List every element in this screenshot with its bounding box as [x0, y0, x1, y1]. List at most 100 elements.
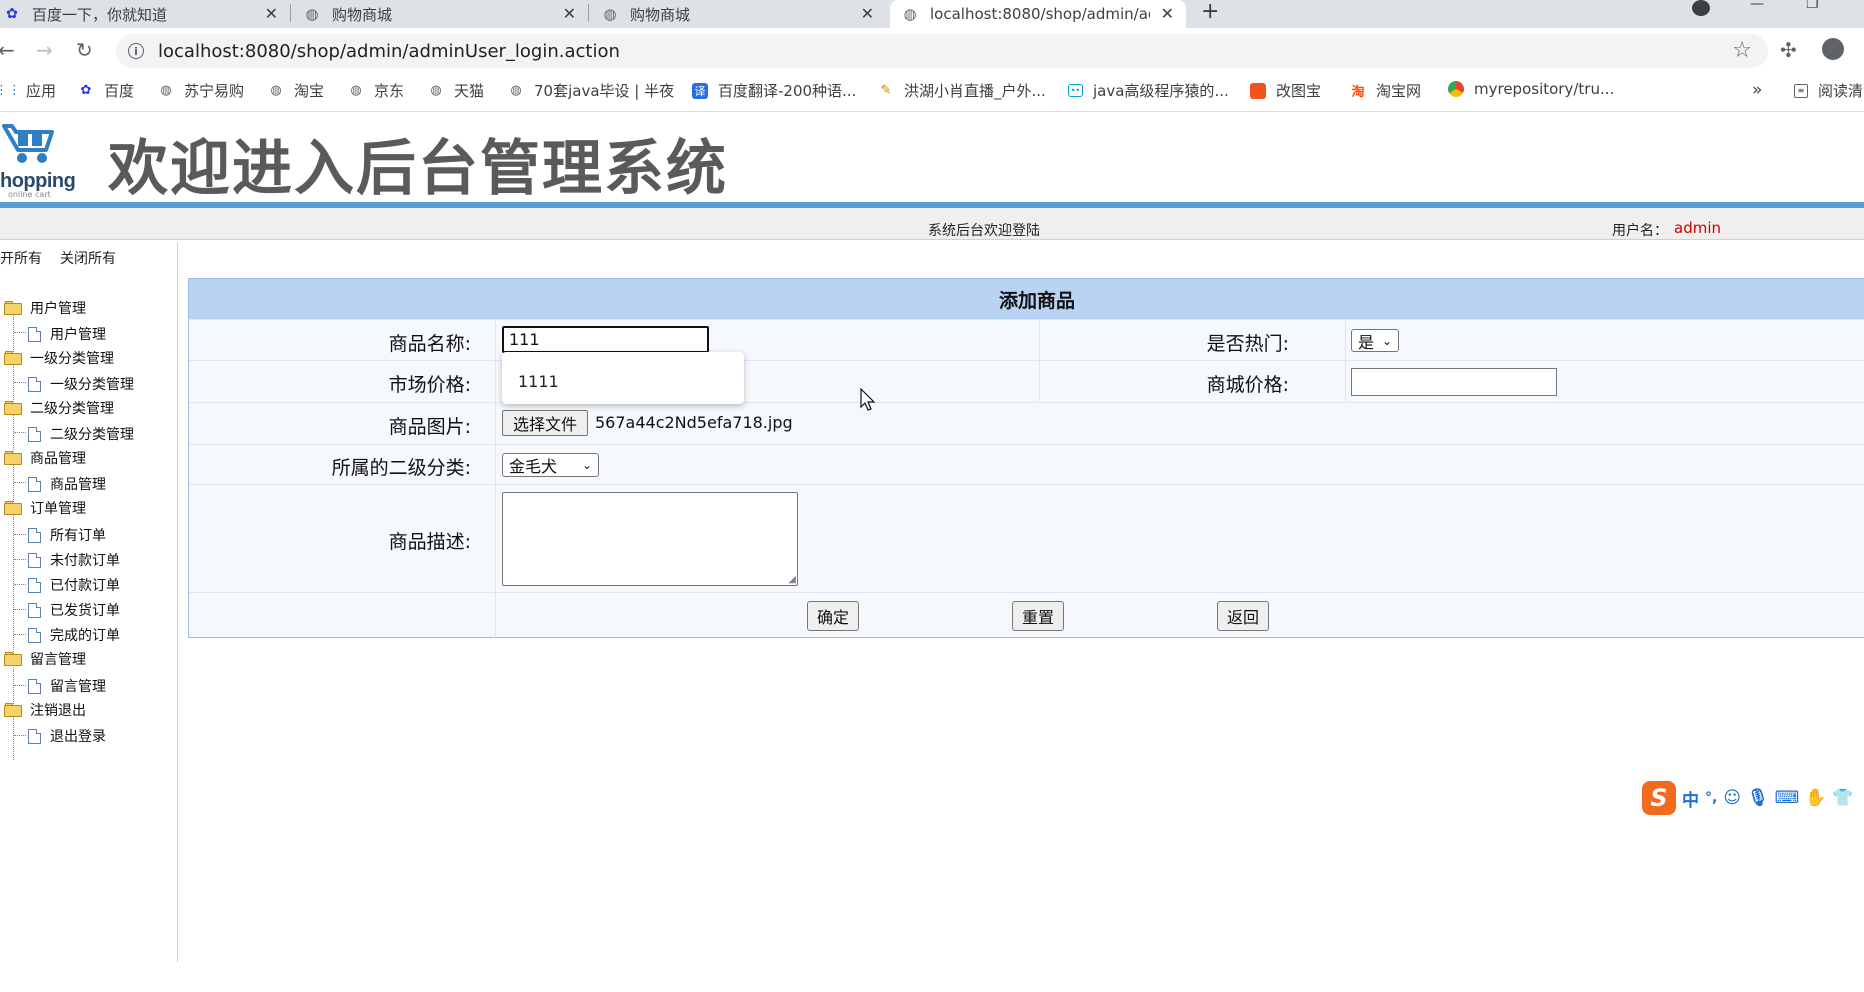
tree-item-user-management[interactable]: 用户管理 [28, 324, 106, 344]
tree-item-product-management[interactable]: 商品管理 [28, 474, 106, 494]
autocomplete-dropdown[interactable]: 1111 [502, 352, 744, 404]
tab-search-icon[interactable] [1692, 0, 1710, 16]
bookmark-bilibili-java[interactable]: •• java高级程序猿的... [1068, 80, 1229, 101]
extensions-puzzle-icon[interactable]: ✣ [1780, 38, 1797, 62]
tree-branch [14, 382, 26, 383]
microphone-icon[interactable]: 🎙 [1747, 788, 1769, 808]
sogou-s-icon[interactable]: S [1642, 781, 1676, 815]
shop-price-input[interactable] [1351, 368, 1557, 396]
tree-group-product-management[interactable]: 商品管理 [4, 448, 86, 468]
tree-group-user-management[interactable]: 用户管理 [4, 298, 86, 318]
minimize-icon[interactable]: — [1750, 0, 1764, 12]
bookmark-apps[interactable]: ⋮⋮ 应用 [0, 80, 56, 101]
tree-item-label: 用户管理 [50, 327, 106, 343]
description-textarea[interactable]: ◢ [502, 492, 798, 586]
close-tab-icon[interactable]: ✕ [265, 4, 278, 23]
bookmark-taobao-net[interactable]: 淘 淘宝网 [1350, 80, 1421, 101]
tree-item-completed-orders[interactable]: 完成的订单 [28, 625, 120, 645]
category-select-value: 金毛犬 [509, 457, 558, 476]
textarea-resize-handle[interactable]: ◢ [788, 574, 796, 585]
tree-item-paid-orders[interactable]: 已付款订单 [28, 575, 120, 595]
close-tab-icon[interactable]: ✕ [861, 4, 874, 23]
keyboard-icon[interactable]: ⌨ [1775, 788, 1800, 808]
bookmark-label: java高级程序猿的... [1093, 82, 1229, 100]
collapse-all-link[interactable]: 关闭所有 [60, 248, 116, 268]
banner-title: 欢迎进入后台管理系统 [108, 134, 728, 204]
toolbox-icon[interactable]: ✋ [1805, 788, 1826, 808]
taobao-icon: 淘 [1351, 85, 1365, 100]
shopping-logo: hopping online cart [0, 118, 80, 202]
site-info-icon[interactable]: i [128, 43, 144, 59]
reset-button[interactable]: 重置 [1012, 601, 1064, 631]
bookmark-honghu-live[interactable]: ✎ 洪湖小肖直播_户外... [878, 80, 1046, 101]
autocomplete-option[interactable]: 1111 [518, 372, 559, 391]
ime-mode[interactable]: 中 [1682, 786, 1699, 811]
bookmarks-overflow-chevron-icon[interactable]: » [1752, 80, 1762, 100]
bookmark-baidu-translate[interactable]: 译 百度翻译-200种语... [692, 80, 856, 101]
tree-item-logout[interactable]: 退出登录 [28, 726, 106, 746]
bookmark-label: 苏宁易购 [184, 82, 245, 100]
globe-icon: ◍ [430, 83, 442, 98]
tree-item-all-orders[interactable]: 所有订单 [28, 525, 106, 545]
add-product-form: 添加商品 商品名称: 111 是否热门: 是 ⌄ 市场价格: 商城价格: 商品图… [188, 278, 1864, 639]
tree-item-message-management[interactable]: 留言管理 [28, 676, 106, 696]
skin-shirt-icon[interactable]: 👕 [1832, 788, 1853, 808]
reload-icon[interactable]: ↻ [76, 38, 93, 62]
bookmark-suning[interactable]: ◍ 苏宁易购 [158, 80, 244, 101]
forward-arrow-icon[interactable]: → [36, 38, 53, 62]
tree-group-secondary-category[interactable]: 二级分类管理 [4, 398, 114, 418]
restore-icon[interactable]: ❐ [1806, 0, 1819, 12]
back-arrow-icon[interactable]: ← [0, 38, 15, 62]
tree-item-primary-category[interactable]: 一级分类管理 [28, 374, 134, 394]
bookmark-baidu[interactable]: ✿ 百度 [78, 80, 134, 101]
profile-avatar-icon[interactable] [1822, 38, 1844, 60]
page-icon [28, 527, 41, 543]
submit-button[interactable]: 确定 [807, 601, 859, 631]
address-bar[interactable]: i localhost:8080/shop/admin/adminUser_lo… [116, 34, 1768, 68]
choose-file-button[interactable]: 选择文件 [502, 410, 588, 436]
description-label: 商品描述: [388, 531, 471, 553]
product-name-input[interactable]: 111 [502, 326, 709, 353]
bookmark-taobao[interactable]: ◍ 淘宝 [268, 80, 324, 101]
sidebar-tree: 开所有 关闭所有 用户管理 用户管理 一级分类管理 一级分类管理 二级分类管理 … [0, 242, 178, 962]
hot-select[interactable]: 是 ⌄ [1351, 329, 1399, 352]
reading-list[interactable]: ≡ 阅读清 [1794, 80, 1863, 101]
welcome-text: 系统后台欢迎登陆 [928, 223, 1040, 239]
bookmark-star-icon[interactable]: ☆ [1732, 38, 1752, 63]
tree-group-message-management[interactable]: 留言管理 [4, 649, 86, 669]
tree-item-label: 二级分类管理 [50, 427, 134, 443]
reading-list-icon: ≡ [1794, 83, 1808, 98]
tree-item-shipped-orders[interactable]: 已发货订单 [28, 600, 120, 620]
tab-baidu[interactable]: ✿ 百度一下，你就知道 ✕ [4, 0, 290, 28]
tab-title: 购物商城 [630, 5, 691, 24]
address-url[interactable]: localhost:8080/shop/admin/adminUser_logi… [158, 41, 620, 62]
tree-item-unpaid-orders[interactable]: 未付款订单 [28, 550, 120, 570]
bookmark-tmall[interactable]: ◍ 天猫 [428, 80, 484, 101]
back-button[interactable]: 返回 [1217, 601, 1269, 631]
ime-toolbar: S 中 °, ☺ 🎙 ⌨ ✋ 👕 [1642, 780, 1854, 816]
new-tab-plus-icon[interactable]: + [1201, 0, 1219, 24]
emoji-icon[interactable]: ☺ [1723, 788, 1741, 808]
tree-branch [14, 609, 26, 610]
tree-group-order-management[interactable]: 订单管理 [4, 498, 86, 518]
close-tab-icon[interactable]: ✕ [1161, 4, 1174, 23]
expand-all-link[interactable]: 开所有 [0, 248, 42, 268]
bookmark-gaitubao[interactable]: 改图宝 [1250, 80, 1321, 101]
ime-punctuation[interactable]: °, [1705, 790, 1717, 806]
tab-shop-2[interactable]: ◍ 购物商城 ✕ [602, 0, 886, 28]
tree-branch [14, 432, 26, 433]
bookmark-jd[interactable]: ◍ 京东 [348, 80, 404, 101]
apps-grid-icon: ⋮⋮ [0, 83, 21, 98]
close-tab-icon[interactable]: ✕ [563, 4, 576, 23]
tree-item-secondary-category[interactable]: 二级分类管理 [28, 424, 134, 444]
tree-group-logout[interactable]: 注销退出 [4, 700, 86, 720]
bookmarks-bar: ⋮⋮ 应用 ✿ 百度 ◍ 苏宁易购 ◍ 淘宝 ◍ 京东 ◍ 天猫 ◍ 70套ja… [0, 72, 1864, 112]
bookmark-java-70[interactable]: ◍ 70套java毕设 | 半夜 [508, 80, 674, 101]
tab-admin-active[interactable]: ◍ localhost:8080/shop/admin/ac ✕ [890, 0, 1186, 28]
tab-shop-1[interactable]: ◍ 购物商城 ✕ [304, 0, 588, 28]
bookmark-myrepository[interactable]: myrepository/tru... [1448, 80, 1614, 98]
category-select[interactable]: 金毛犬 ⌄ [502, 453, 599, 477]
bookmark-label: 洪湖小肖直播_户外... [904, 82, 1046, 100]
tree-group-primary-category[interactable]: 一级分类管理 [4, 348, 114, 368]
tab-title: 百度一下，你就知道 [32, 5, 168, 24]
